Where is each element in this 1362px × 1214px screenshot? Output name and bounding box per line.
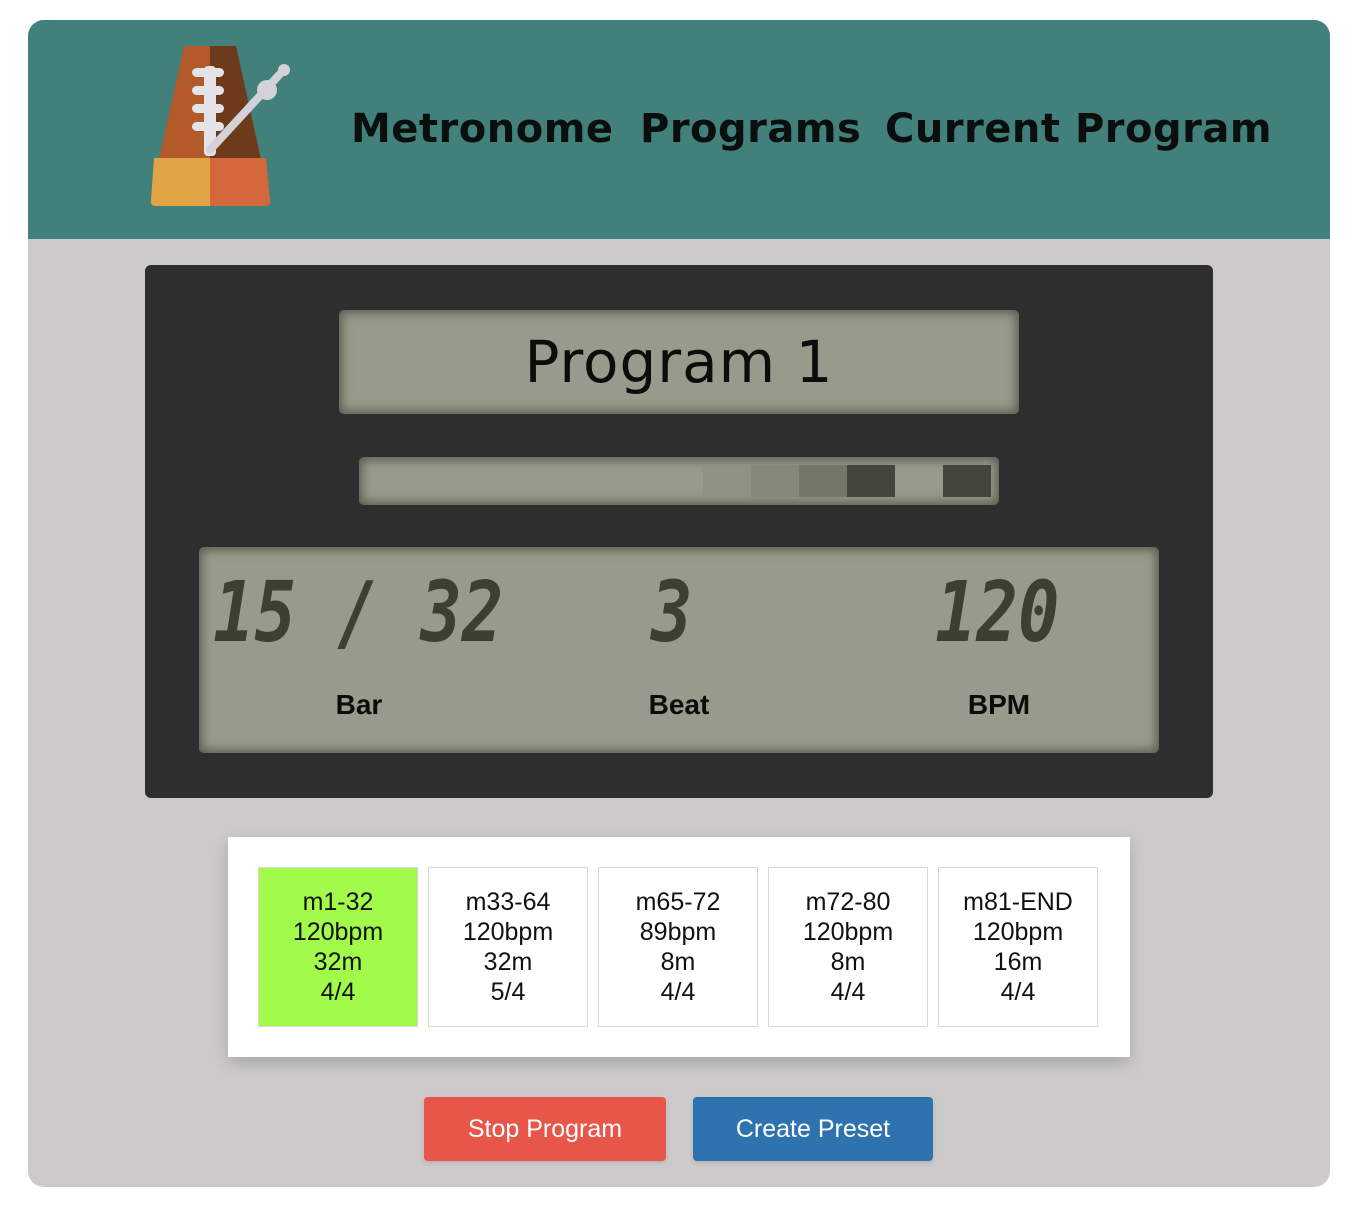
bpm-counter: 120 — [935, 563, 1060, 661]
section-range: m1-32 — [302, 888, 374, 916]
section-range: m72-80 — [805, 888, 891, 916]
nav-metronome[interactable]: Metronome — [351, 106, 614, 152]
create-preset-button[interactable]: Create Preset — [693, 1097, 933, 1161]
section-length: 32m — [313, 948, 363, 976]
program-name-display: Program 1 — [339, 310, 1019, 414]
nav-current-program[interactable]: Current Program — [885, 106, 1272, 152]
counter-display: 15 / 32 3 120 Bar Beat BPM — [199, 547, 1159, 753]
stop-program-button[interactable]: Stop Program — [424, 1097, 666, 1161]
nav-programs[interactable]: Programs — [640, 106, 861, 152]
section-range: m33-64 — [465, 888, 551, 916]
app-container: Metronome Programs Current Program Progr… — [28, 20, 1330, 1187]
beat-cell — [847, 465, 895, 497]
metronome-logo-icon[interactable] — [146, 42, 296, 212]
section-tempo: 120bpm — [462, 918, 554, 946]
beat-cell — [799, 465, 847, 497]
program-sections: m1-32 120bpm 32m 4/4 m33-64 120bpm 32m 5… — [228, 837, 1130, 1057]
section-meter: 4/4 — [660, 978, 696, 1006]
section-meter: 4/4 — [1000, 978, 1036, 1006]
section-range: m65-72 — [635, 888, 721, 916]
bar-counter: 15 / 32 — [213, 563, 504, 661]
beat-indicator — [359, 457, 999, 505]
section-length: 16m — [993, 948, 1043, 976]
section-card[interactable]: m1-32 120bpm 32m 4/4 — [258, 867, 418, 1027]
bpm-label: BPM — [967, 689, 1031, 720]
beat-label: Beat — [648, 689, 710, 720]
section-card[interactable]: m65-72 89bpm 8m 4/4 — [598, 867, 758, 1027]
beat-counter: 3 — [651, 563, 693, 661]
section-card[interactable]: m81-END 120bpm 16m 4/4 — [938, 867, 1098, 1027]
header: Metronome Programs Current Program — [28, 20, 1330, 239]
section-meter: 4/4 — [830, 978, 866, 1006]
section-length: 8m — [830, 948, 866, 976]
beat-cell — [703, 465, 751, 497]
bar-label: Bar — [335, 689, 383, 720]
section-meter: 4/4 — [320, 978, 356, 1006]
section-tempo: 120bpm — [292, 918, 384, 946]
metronome-display-panel: Program 1 15 / 32 3 120 Bar Beat BPM — [145, 265, 1213, 798]
section-range: m81-END — [963, 888, 1073, 916]
program-name: Program 1 — [524, 328, 834, 396]
section-tempo: 120bpm — [972, 918, 1064, 946]
section-length: 8m — [660, 948, 696, 976]
section-card[interactable]: m72-80 120bpm 8m 4/4 — [768, 867, 928, 1027]
section-tempo: 89bpm — [639, 918, 717, 946]
section-card[interactable]: m33-64 120bpm 32m 5/4 — [428, 867, 588, 1027]
beat-cell — [751, 465, 799, 497]
section-length: 32m — [483, 948, 533, 976]
section-meter: 5/4 — [490, 978, 526, 1006]
beat-cell — [943, 465, 991, 497]
section-tempo: 120bpm — [802, 918, 894, 946]
